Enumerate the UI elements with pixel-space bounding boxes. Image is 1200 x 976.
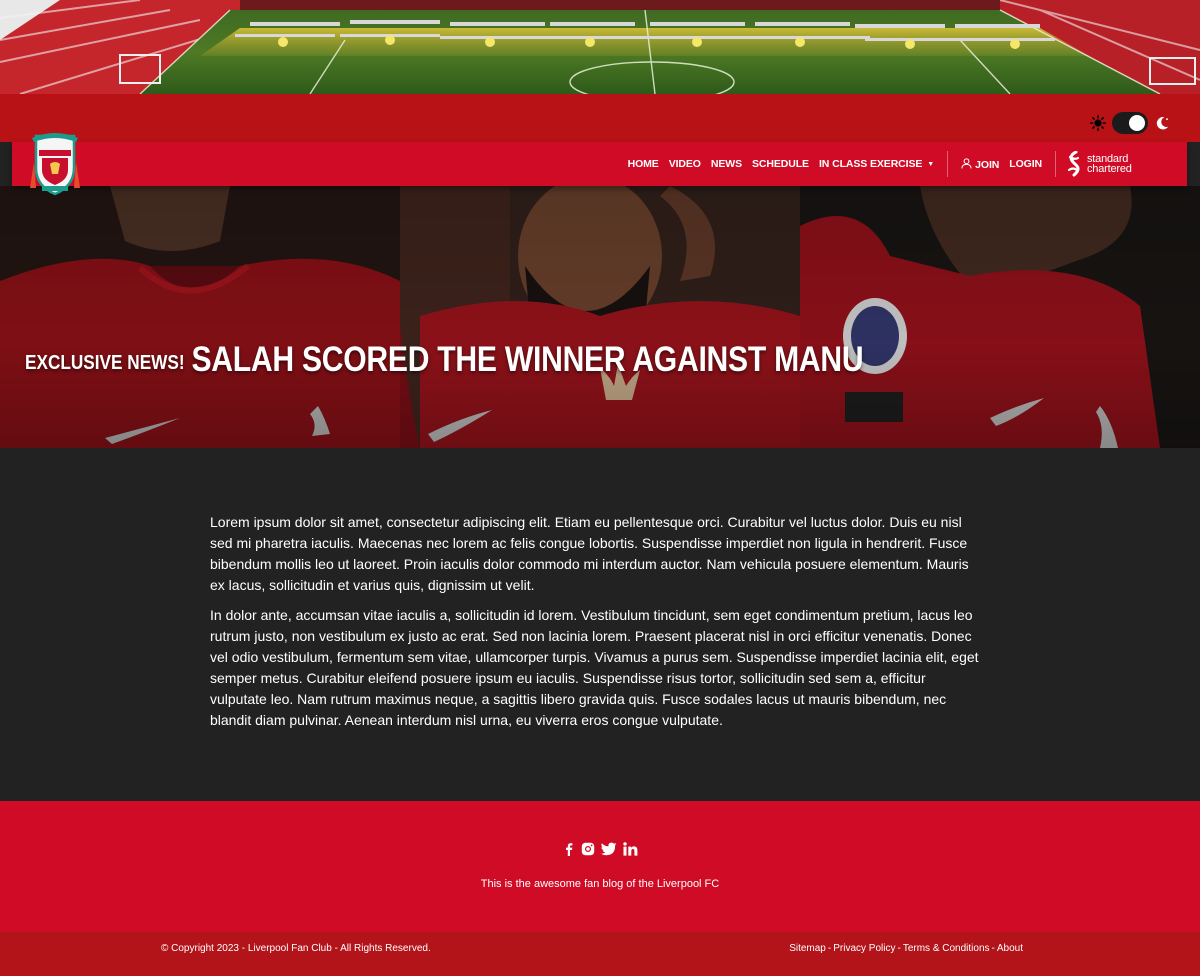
nav-video-link[interactable]: VIDEO	[669, 158, 701, 170]
sun-icon	[1090, 115, 1106, 131]
hero-headline: SALAH SCORED THE WINNER AGAINST MANU	[191, 340, 864, 379]
header-band	[0, 94, 1200, 142]
nav-in-class-exercise-dropdown[interactable]: IN CLASS EXERCISE ▼	[819, 158, 934, 170]
sponsor-text: standard chartered	[1087, 154, 1145, 175]
link-separator: -	[897, 943, 901, 954]
hero-kicker: EXCLUSIVE NEWS!	[25, 352, 185, 374]
theme-toggle[interactable]	[1090, 112, 1170, 134]
dark-mode-switch[interactable]	[1112, 112, 1148, 134]
footer-tagline: This is the awesome fan blog of the Live…	[480, 878, 720, 890]
main-navbar: HOME VIDEO NEWS SCHEDULE IN CLASS EXERCI…	[12, 133, 1187, 196]
article-body: Lorem ipsum dolor sit amet, consectetur …	[210, 512, 985, 740]
standard-chartered-sponsor-logo[interactable]: standard chartered	[1066, 151, 1145, 177]
liverpool-crest-logo[interactable]	[28, 128, 82, 198]
nav-divider	[947, 151, 949, 177]
login-link[interactable]: LOGIN	[1009, 158, 1042, 170]
terms-conditions-link[interactable]: Terms & Conditions	[903, 943, 990, 954]
nav-news-link[interactable]: NEWS	[711, 158, 742, 170]
copyright-text: © Copyright 2023 - Liverpool Fan Club - …	[161, 943, 431, 954]
link-separator: -	[991, 943, 995, 954]
twitter-icon[interactable]	[600, 842, 617, 856]
join-label: JOIN	[975, 158, 1000, 171]
article-paragraph: In dolor ante, accumsan vitae iaculis a,…	[210, 607, 979, 728]
linkedin-icon[interactable]	[622, 842, 638, 856]
about-link[interactable]: About	[997, 943, 1023, 954]
caret-down-icon: ▼	[927, 161, 935, 168]
article-paragraph: Lorem ipsum dolor sit amet, consectetur …	[210, 514, 969, 593]
sponsor-line-2: chartered	[1087, 163, 1132, 175]
facebook-icon[interactable]	[563, 842, 575, 856]
footer: This is the awesome fan blog of the Live…	[0, 801, 1200, 932]
moon-icon	[1156, 117, 1169, 130]
nav-schedule-link[interactable]: SCHEDULE	[752, 158, 809, 170]
nav-divider	[1055, 151, 1056, 177]
toggle-knob	[1129, 115, 1145, 131]
nav-home-link[interactable]: HOME	[628, 158, 659, 170]
footer-bottom-bar: © Copyright 2023 - Liverpool Fan Club - …	[0, 932, 1200, 976]
sitemap-link[interactable]: Sitemap	[789, 943, 826, 954]
dropdown-label: IN CLASS EXERCISE	[818, 158, 923, 170]
instagram-icon[interactable]	[581, 842, 595, 856]
link-separator: -	[827, 943, 832, 954]
join-link[interactable]: JOIN	[961, 157, 1000, 171]
hero-overlay	[0, 186, 1200, 448]
footer-links: Sitemap - Privacy Policy - Terms & Condition…	[789, 943, 1023, 954]
stadium-banner-image	[0, 0, 1200, 94]
hero-banner: EXCLUSIVE NEWS! SALAH SCORED THE WINNER A…	[0, 186, 1200, 448]
nav-links: HOME VIDEO NEWS SCHEDULE IN CLASS EXERCI…	[623, 142, 1177, 186]
user-icon	[961, 157, 972, 169]
hero-title: EXCLUSIVE NEWS! SALAH SCORED THE WINNER A…	[25, 340, 864, 380]
privacy-policy-link[interactable]: Privacy Policy	[833, 943, 895, 954]
social-links	[0, 842, 1200, 856]
standard-chartered-logo-icon	[1067, 151, 1080, 177]
